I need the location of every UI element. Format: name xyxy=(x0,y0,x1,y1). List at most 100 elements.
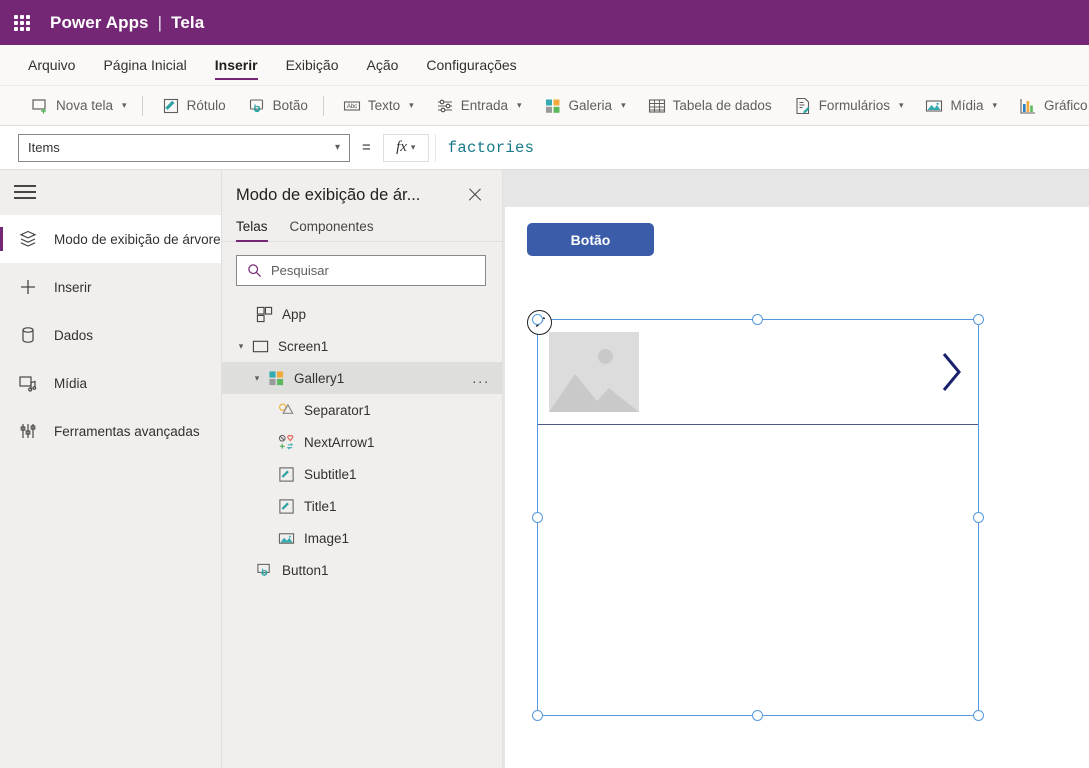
resize-handle-top-right[interactable] xyxy=(973,314,984,325)
gallery-selection-frame[interactable] xyxy=(527,310,984,721)
tree-node-label: Image1 xyxy=(304,530,350,546)
waffle-grid-icon[interactable] xyxy=(14,14,30,31)
media-icon xyxy=(926,99,943,112)
ribbon-input[interactable]: Entrada ▾ xyxy=(427,90,531,122)
gallery-icon xyxy=(269,370,284,385)
property-dropdown[interactable]: Items ▾ xyxy=(18,133,350,162)
chevron-down-icon[interactable]: ▾ xyxy=(993,100,998,111)
left-rail: Modo de exibição de árvore Inserir Dados xyxy=(0,170,222,768)
resize-handle-middle-right[interactable] xyxy=(973,511,984,523)
image-placeholder-icon[interactable] xyxy=(549,332,639,412)
resize-handle-top-left[interactable] xyxy=(532,314,543,325)
label-icon xyxy=(279,466,294,482)
tree-node-separator1[interactable]: Separator1 xyxy=(222,394,502,426)
sidebar-item-label: Inserir xyxy=(54,279,92,295)
resize-handle-bottom-right[interactable] xyxy=(973,710,984,721)
image-icon xyxy=(278,532,295,544)
ribbon-chart[interactable]: Gráfico xyxy=(1010,90,1089,122)
database-icon xyxy=(22,327,34,343)
chevron-down-icon[interactable]: ▾ xyxy=(517,100,522,111)
separator-icon xyxy=(278,402,294,414)
menu-item-pagina-inicial[interactable]: Página Inicial xyxy=(103,52,186,79)
sidebar-item-media[interactable]: Mídia xyxy=(0,359,221,407)
ribbon-media[interactable]: Mídia ▾ xyxy=(916,90,1006,122)
controls-icon xyxy=(437,99,452,112)
ribbon-gallery[interactable]: Galeria ▾ xyxy=(535,90,635,122)
fx-button[interactable]: fx ▾ xyxy=(382,133,429,162)
ribbon-text-label: Texto xyxy=(367,98,401,113)
sidebar-item-advanced-tools[interactable]: Ferramentas avançadas xyxy=(0,407,221,455)
ribbon-media-label: Mídia xyxy=(950,98,984,113)
ribbon-button[interactable]: Botão xyxy=(239,90,317,122)
tree-node-image1[interactable]: Image1 xyxy=(222,522,502,554)
resize-handle-top-center[interactable] xyxy=(752,314,763,325)
tree-node-overflow-menu[interactable]: ... xyxy=(472,370,490,386)
app-icon xyxy=(256,306,273,322)
menu-item-arquivo[interactable]: Arquivo xyxy=(28,52,75,79)
hamburger-menu-icon[interactable] xyxy=(14,185,36,199)
tree-node-label: Button1 xyxy=(282,562,329,578)
menu-item-configuracoes[interactable]: Configurações xyxy=(426,52,516,79)
ribbon-new-screen[interactable]: Nova tela ▾ xyxy=(22,90,136,122)
search-icon xyxy=(248,264,262,278)
tree-panel-header: Modo de exibição de ár... xyxy=(222,170,502,206)
chevron-down-icon[interactable]: ▾ xyxy=(122,100,127,111)
formula-input[interactable]: factories xyxy=(434,133,1089,162)
equals-sign: = xyxy=(362,139,371,156)
resize-handle-middle-left[interactable] xyxy=(532,511,543,523)
sidebar-item-tree-view[interactable]: Modo de exibição de árvore xyxy=(0,215,221,263)
chevron-down-icon[interactable]: ▾ xyxy=(621,100,626,111)
tree-node-title1[interactable]: Title1 xyxy=(222,490,502,522)
app-screen-canvas[interactable]: Botão xyxy=(505,207,1089,768)
tree-node-screen1[interactable]: ▾ Screen1 xyxy=(222,330,502,362)
tab-componentes[interactable]: Componentes xyxy=(290,219,374,241)
ribbon-label-label: Rótulo xyxy=(186,98,226,113)
search-box[interactable] xyxy=(236,255,486,286)
ribbon-data-table-label: Tabela de dados xyxy=(672,98,772,113)
sidebar-item-label: Ferramentas avançadas xyxy=(54,423,200,439)
resize-handle-bottom-center[interactable] xyxy=(752,710,763,721)
sidebar-item-label: Mídia xyxy=(54,375,88,391)
search-input[interactable] xyxy=(271,263,475,278)
tab-telas[interactable]: Telas xyxy=(236,219,268,242)
menu-item-inserir[interactable]: Inserir xyxy=(214,52,258,80)
tree-node-app[interactable]: App xyxy=(222,298,502,330)
fx-icon: fx xyxy=(396,139,407,155)
ribbon-data-table[interactable]: Tabela de dados xyxy=(639,90,781,122)
placeholder-mountain xyxy=(549,374,639,412)
chevron-down-icon[interactable]: ▾ xyxy=(250,371,264,385)
chevron-down-icon[interactable]: ▾ xyxy=(234,339,248,353)
sidebar-item-insert[interactable]: Inserir xyxy=(0,263,221,311)
tree-node-nextarrow1[interactable]: NextArrow1 xyxy=(222,426,502,458)
menu-item-exibicao[interactable]: Exibição xyxy=(286,52,339,79)
sidebar-item-data[interactable]: Dados xyxy=(0,311,221,359)
ribbon-forms-label: Formulários xyxy=(818,98,890,113)
screen-icon xyxy=(252,340,269,352)
chart-icon xyxy=(1020,98,1036,114)
ribbon-text[interactable]: Abc Texto ▾ xyxy=(334,90,423,122)
close-icon[interactable] xyxy=(464,184,486,206)
document-title: Tela xyxy=(171,12,205,32)
ribbon-button-label: Botão xyxy=(272,98,308,113)
tree-node-subtitle1[interactable]: Subtitle1 xyxy=(222,458,502,490)
ribbon-divider xyxy=(141,95,143,116)
ribbon-label[interactable]: Rótulo xyxy=(153,90,235,122)
forms-icon xyxy=(796,97,810,114)
chevron-right-icon[interactable] xyxy=(938,350,964,394)
label-icon xyxy=(279,498,294,514)
chevron-down-icon: ▾ xyxy=(410,142,416,152)
ribbon-toolbar: Nova tela ▾ Rótulo Botão Abc Texto ▾ Ent… xyxy=(0,86,1089,126)
chevron-down-icon[interactable]: ▾ xyxy=(409,100,414,111)
tree-node-gallery1[interactable]: ▾ Gallery1 ... xyxy=(222,362,502,394)
tree-node-label: App xyxy=(282,306,307,322)
svg-text:Abc: Abc xyxy=(347,104,357,110)
resize-handle-bottom-left[interactable] xyxy=(532,710,543,721)
chevron-down-icon[interactable]: ▾ xyxy=(899,100,904,111)
canvas-area[interactable]: Botão xyxy=(503,170,1089,768)
ribbon-new-screen-label: Nova tela xyxy=(56,98,114,113)
power-apps-studio: Power Apps | Tela Arquivo Página Inicial… xyxy=(0,0,1089,768)
menu-item-acao[interactable]: Ação xyxy=(366,52,398,79)
canvas-button-control[interactable]: Botão xyxy=(527,223,654,256)
tree-node-button1[interactable]: Button1 xyxy=(222,554,502,586)
ribbon-forms[interactable]: Formulários ▾ xyxy=(785,90,913,122)
